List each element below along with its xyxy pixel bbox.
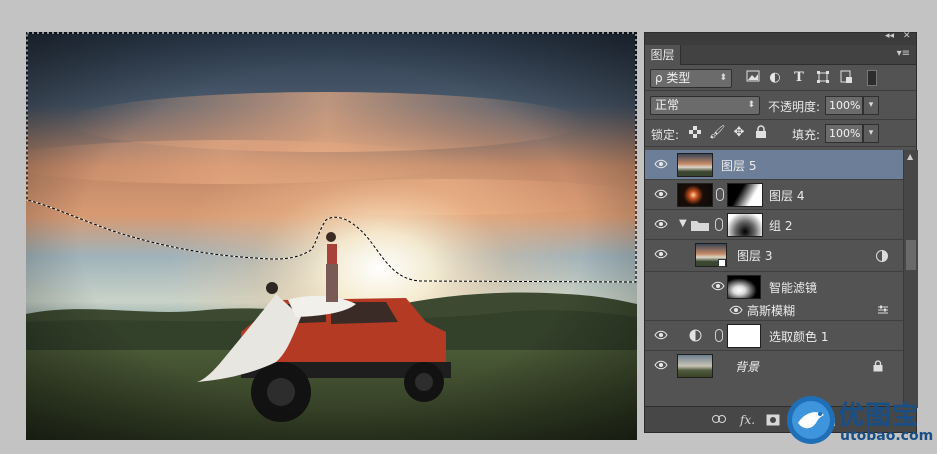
visibility-eye-icon[interactable]	[729, 305, 743, 315]
scroll-up-icon[interactable]: ▲	[907, 152, 913, 161]
link-icon	[715, 218, 723, 231]
collapse-panel-button[interactable]: ◂◂	[885, 31, 894, 41]
visibility-eye-icon[interactable]	[654, 189, 668, 199]
blend-mode-value: 正常	[655, 98, 680, 112]
filter-kind-value: ρ 类型	[655, 71, 691, 85]
layer-row-smart-filters[interactable]: 智能滤镜	[645, 272, 903, 302]
opacity-input[interactable]: 100%	[825, 96, 863, 115]
layer-row-group2[interactable]: ▼ 组 2	[645, 210, 903, 240]
bird-logo-icon	[787, 396, 835, 444]
layer-name[interactable]: 智能滤镜	[769, 279, 817, 296]
blend-row: 正常 ⬍ 不透明度: 100% ▾	[645, 91, 916, 120]
lock-all-icon[interactable]	[753, 125, 769, 141]
fx-icon[interactable]: fx.	[740, 413, 755, 427]
scrollbar-thumb[interactable]	[906, 240, 916, 270]
lock-transparent-pixels-icon[interactable]	[687, 126, 703, 142]
visibility-eye-icon[interactable]	[654, 330, 668, 340]
layer-row-layer5[interactable]: 图层 5	[645, 150, 903, 180]
layer-filter-row: ρ 类型 ⬍ ◐ T	[645, 65, 916, 91]
watermark-title: 优图宝	[838, 401, 920, 431]
layer-thumbnail	[677, 354, 713, 378]
visibility-eye-icon[interactable]	[654, 249, 668, 259]
lock-image-pixels-icon[interactable]: 🖌	[709, 125, 726, 141]
fill-label: 填充:	[792, 128, 821, 142]
layer-row-selective-color[interactable]: 选取颜色 1	[645, 321, 903, 351]
layer-row-layer4[interactable]: 图层 4	[645, 180, 903, 210]
adjustment-layer-icon	[689, 329, 702, 342]
layer-mask-thumbnail	[727, 183, 763, 207]
filter-mask-thumbnail	[727, 275, 761, 299]
lock-icon	[873, 360, 883, 372]
layer-name[interactable]: 图层 4	[769, 187, 804, 204]
visibility-eye-icon[interactable]	[654, 360, 668, 370]
lock-position-icon[interactable]: ✥	[731, 125, 747, 141]
add-mask-icon[interactable]	[766, 414, 780, 426]
folder-icon	[691, 221, 709, 231]
watermark-logo: 优图宝 utobao.com	[786, 393, 934, 451]
watermark-url: utobao.com	[840, 428, 934, 444]
filter-toggle-icon[interactable]	[867, 70, 877, 86]
filter-kind-dropdown[interactable]: ρ 类型 ⬍	[650, 69, 732, 88]
link-icon	[715, 329, 723, 342]
tab-layers[interactable]: 图层	[645, 45, 681, 65]
panel-tabs: 图层 ▾≡	[645, 45, 916, 65]
layer-list-scrollbar[interactable]: ▲	[903, 150, 918, 408]
close-panel-button[interactable]: ✕	[903, 31, 911, 41]
blend-mode-dropdown[interactable]: 正常 ⬍	[650, 96, 760, 115]
link-layers-icon[interactable]	[712, 415, 726, 423]
fill-input[interactable]: 100%	[825, 124, 863, 143]
layer-list: 图层 5 图层 4 ▼ 组 2 图层 3 智能滤镜 高斯模糊 选取颜色 1 背景	[645, 150, 903, 408]
type-filter-icon[interactable]: T	[791, 70, 807, 86]
visibility-eye-icon[interactable]	[711, 281, 725, 291]
layers-panel: ◂◂ ✕ 图层 ▾≡ ρ 类型 ⬍ ◐ T 正常 ⬍ 不透明度: 100% ▾	[644, 31, 918, 433]
layer-row-gaussian-blur[interactable]: 高斯模糊	[645, 299, 903, 321]
layer-thumbnail	[677, 153, 713, 177]
layer-name[interactable]: 背景	[735, 358, 759, 375]
panel-menu-button[interactable]: ▾≡	[897, 48, 910, 59]
link-icon	[716, 188, 724, 201]
layer-name[interactable]: 图层 5	[721, 157, 756, 174]
layer-row-background[interactable]: 背景	[645, 351, 903, 381]
visibility-eye-icon[interactable]	[654, 219, 668, 229]
layer-name[interactable]: 高斯模糊	[747, 302, 795, 319]
opacity-dropdown-button[interactable]: ▾	[863, 96, 879, 115]
layer-mask-thumbnail	[727, 213, 763, 237]
shape-filter-icon[interactable]	[815, 70, 831, 86]
visibility-eye-icon[interactable]	[654, 159, 668, 169]
filter-options-icon[interactable]	[877, 304, 889, 316]
expand-group-chevron-icon[interactable]: ▼	[679, 218, 687, 229]
layer-name[interactable]: 图层 3	[737, 247, 772, 264]
image-filter-icon[interactable]	[745, 70, 761, 86]
chevron-updown-icon: ⬍	[747, 100, 755, 110]
layer-row-layer3[interactable]: 图层 3	[645, 240, 903, 272]
layer-mask-thumbnail	[727, 324, 761, 348]
wedding-photo	[26, 32, 637, 440]
fill-dropdown-button[interactable]: ▾	[863, 124, 879, 143]
smart-object-filter-icon[interactable]	[838, 70, 854, 86]
layer-thumbnail	[677, 183, 713, 207]
lock-label: 锁定:	[651, 128, 680, 142]
lock-row: 锁定: 🖌 ✥ 填充: 100% ▾	[645, 120, 916, 147]
opacity-label: 不透明度:	[768, 100, 821, 114]
adjustment-filter-icon[interactable]: ◐	[767, 70, 783, 86]
smart-object-badge-icon	[718, 259, 726, 267]
panel-titlebar: ◂◂ ✕	[645, 31, 916, 45]
filter-effects-indicator-icon[interactable]	[875, 249, 889, 263]
layer-name[interactable]: 选取颜色 1	[769, 328, 828, 345]
document-canvas[interactable]	[26, 32, 637, 440]
layer-name[interactable]: 组 2	[769, 217, 792, 234]
chevron-updown-icon: ⬍	[719, 73, 727, 83]
